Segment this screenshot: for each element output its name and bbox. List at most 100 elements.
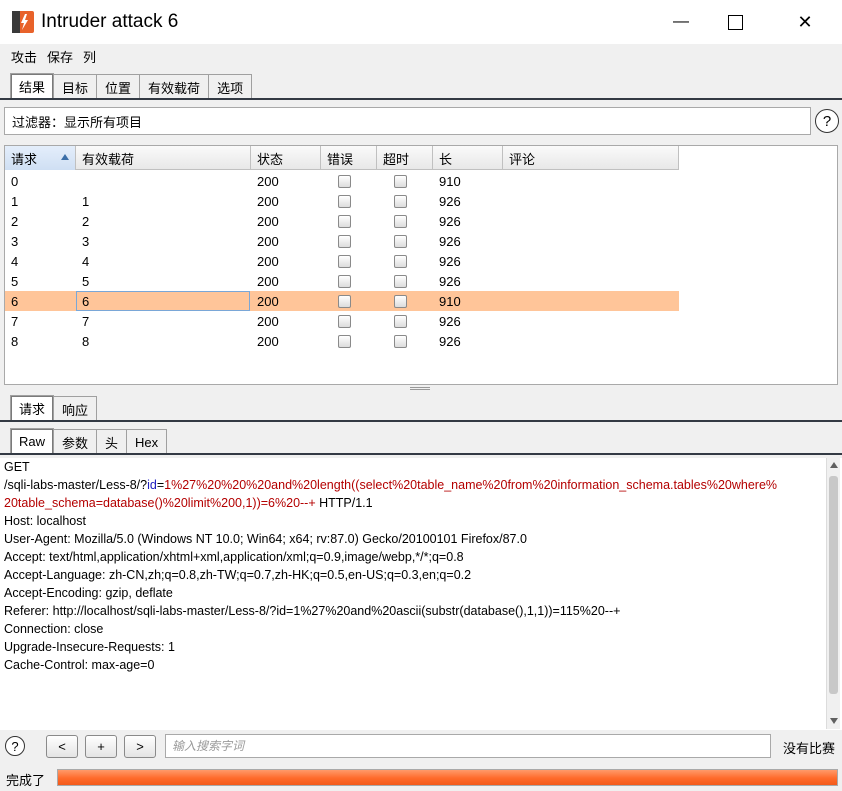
error-checkbox [338, 334, 351, 348]
tab-results[interactable]: 结果 [10, 73, 55, 99]
tab-response[interactable]: 响应 [53, 396, 98, 421]
cell-length: 926 [439, 193, 461, 209]
menu-item-columns[interactable]: 列 [83, 47, 96, 66]
table-body: 0 200 910 1 1 200 926 2 2 200 926 3 3 200 926 4 4 200 926 5… [5, 171, 679, 351]
cell-payload [76, 171, 251, 191]
progress-fill [58, 770, 837, 785]
close-button[interactable]: ✕ [782, 0, 828, 44]
error-checkbox [338, 254, 351, 268]
editor-scrollbar[interactable] [826, 458, 840, 729]
request-header-line: Cache-Control: max-age=0 [4, 658, 155, 672]
progress-bar [57, 769, 838, 786]
table-row[interactable]: 0 200 910 [5, 171, 679, 191]
cell-status: 200 [257, 333, 279, 349]
filter-label: 过滤器： [12, 114, 65, 130]
tab-payloads[interactable]: 有效载荷 [139, 74, 210, 99]
table-row[interactable]: 1 1 200 926 [5, 191, 679, 211]
request-header-line: Accept-Language: zh-CN,zh;q=0.8,zh-TW;q=… [4, 568, 472, 582]
search-input[interactable] [165, 734, 771, 758]
cell-payload: 5 [82, 273, 90, 289]
filter-value: 显示所有项目 [64, 114, 143, 130]
scroll-down-icon[interactable] [830, 718, 838, 724]
column-header-request[interactable]: 请求 [5, 146, 76, 170]
cell-status: 200 [257, 193, 279, 209]
tab-params[interactable]: 参数 [53, 429, 98, 454]
table-row[interactable]: 8 8 200 926 [5, 331, 679, 351]
cell-comment [503, 251, 679, 271]
cell-comment [503, 191, 679, 211]
cell-request: 8 [11, 333, 19, 349]
tab-headers[interactable]: 头 [96, 429, 128, 454]
tab-raw[interactable]: Raw [10, 428, 55, 454]
request-method: GET [4, 460, 30, 474]
view-tabs: Raw 参数 头 Hex [0, 427, 168, 454]
table-row[interactable]: 5 5 200 926 [5, 271, 679, 291]
minimize-button[interactable]: — [658, 0, 704, 44]
main-tabs: 结果 目标 位置 有效载荷 选项 [0, 72, 253, 99]
column-header-payload[interactable]: 有效载荷 [76, 146, 251, 170]
timeout-checkbox [394, 174, 407, 188]
cell-error [321, 291, 377, 311]
cell-status: 200 [257, 173, 279, 189]
burp-logo-icon [12, 11, 34, 33]
status-text: 完成了 [6, 773, 46, 788]
cell-request: 5 [11, 273, 19, 289]
scrollbar-thumb[interactable] [829, 476, 838, 694]
error-checkbox [338, 314, 351, 328]
table-row[interactable]: 6 6 200 910 [5, 291, 679, 311]
table-row[interactable]: 4 4 200 926 [5, 251, 679, 271]
cell-status: 200 [257, 273, 279, 289]
tab-target[interactable]: 目标 [53, 74, 98, 99]
cell-comment [503, 331, 679, 351]
request-header-line: Connection: close [4, 622, 104, 636]
cell-error [321, 271, 377, 291]
cell-length: 910 [439, 293, 461, 309]
error-checkbox [338, 214, 351, 228]
column-header-error[interactable]: 错误 [321, 146, 377, 170]
tab-hex[interactable]: Hex [126, 429, 168, 454]
column-header-length[interactable]: 长 [433, 146, 503, 170]
maximize-button[interactable] [712, 0, 758, 44]
cell-request: 0 [11, 173, 19, 189]
filter-bar[interactable]: 过滤器： 显示所有项目 [4, 107, 811, 135]
search-prev-button[interactable]: < [46, 735, 78, 758]
cell-status: 200 [257, 313, 279, 329]
cell-error [321, 331, 377, 351]
cell-status: 200 [257, 293, 279, 309]
splitter-handle[interactable] [410, 387, 430, 390]
help-icon[interactable]: ? [5, 736, 25, 756]
cell-error [321, 171, 377, 191]
cell-error [321, 231, 377, 251]
timeout-checkbox [394, 214, 407, 228]
table-row[interactable]: 2 2 200 926 [5, 211, 679, 231]
cell-length: 926 [439, 273, 461, 289]
request-header-line: Referer: http://localhost/sqli-labs-mast… [4, 604, 621, 618]
column-header-comment[interactable]: 评论 [503, 146, 679, 170]
request-param-value-cont: 20table_schema=database()%20limit%200,1)… [4, 496, 316, 510]
timeout-checkbox [394, 314, 407, 328]
cell-length: 926 [439, 233, 461, 249]
search-add-button[interactable]: + [85, 735, 117, 758]
cell-comment [503, 311, 679, 331]
column-header-timeout[interactable]: 超时 [377, 146, 433, 170]
tab-request[interactable]: 请求 [10, 395, 55, 421]
scroll-up-icon[interactable] [830, 462, 838, 468]
column-header-status[interactable]: 状态 [251, 146, 321, 170]
cell-timeout [377, 271, 433, 291]
error-checkbox [338, 194, 351, 208]
results-table: 请求 有效载荷 状态 错误 超时 长 评论 0 200 910 1 1 200 926 2 2 2… [4, 145, 838, 385]
cell-request: 7 [11, 313, 19, 329]
request-header-line: Host: localhost [4, 514, 86, 528]
cell-comment [503, 171, 679, 191]
raw-request-editor[interactable]: GET /sqli-labs-master/Less-8/?id=1%27%20… [0, 458, 826, 729]
request-header-line: Accept: text/html,application/xhtml+xml,… [4, 550, 464, 564]
help-icon[interactable]: ? [815, 109, 839, 133]
table-row[interactable]: 7 7 200 926 [5, 311, 679, 331]
table-row[interactable]: 3 3 200 926 [5, 231, 679, 251]
menu-item-save[interactable]: 保存 [47, 47, 73, 66]
cell-request: 3 [11, 233, 19, 249]
menu-item-attack[interactable]: 攻击 [11, 47, 37, 66]
tab-positions[interactable]: 位置 [96, 74, 141, 99]
search-next-button[interactable]: > [124, 735, 156, 758]
tab-options[interactable]: 选项 [208, 74, 253, 99]
